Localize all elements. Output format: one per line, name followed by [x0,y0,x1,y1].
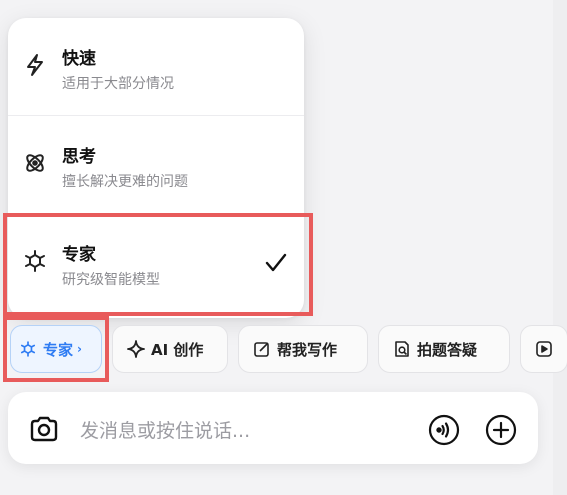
play-icon [535,340,553,358]
menu-item-think[interactable]: 思考 擅长解决更难的问题 [8,116,304,214]
add-icon[interactable] [485,414,517,446]
chip-label: AI 创作 [151,340,204,359]
checkmark-icon [263,250,289,276]
expert-cube-icon [19,340,37,358]
lightning-icon [22,52,48,78]
camera-icon[interactable] [28,413,60,445]
menu-item-desc: 适用于大部分情况 [62,76,174,92]
expert-mode-chip[interactable]: 专家 › [10,325,102,373]
chevron-right-icon: › [77,342,82,356]
menu-item-desc: 研究级智能模型 [62,272,160,288]
help-write-chip[interactable]: 帮我写作 [238,325,368,373]
menu-item-title: 快速 [62,49,96,69]
ai-create-chip[interactable]: AI 创作 [112,325,228,373]
edit-icon [253,340,271,358]
menu-item-fast[interactable]: 快速 适用于大部分情况 [8,18,304,116]
sparkle-icon [127,340,145,358]
photo-answer-chip[interactable]: 拍题答疑 [378,325,510,373]
chip-label: 拍题答疑 [417,340,478,359]
chip-label: 专家 [43,340,74,359]
voice-icon[interactable] [428,414,460,446]
chip-label: 帮我写作 [277,340,338,359]
quick-actions-bar: 专家 › AI 创作 帮我写作 拍题答疑 [0,323,567,373]
menu-item-expert[interactable]: 专家 研究级智能模型 [8,214,304,312]
atom-icon [22,150,48,176]
mode-menu: 快速 适用于大部分情况 思考 擅长解决更难的问题 专家 研究级智能模型 [8,18,304,318]
menu-item-desc: 擅长解决更难的问题 [62,174,188,190]
message-input-bar: 发消息或按住说话... [8,392,538,464]
scrollbar-track[interactable] [553,0,567,495]
doc-search-icon [393,340,411,358]
video-chip[interactable] [520,325,567,373]
expert-cube-icon [22,248,48,274]
menu-item-title: 专家 [62,245,96,265]
message-input[interactable]: 发消息或按住说话... [80,416,250,443]
menu-item-title: 思考 [62,147,96,167]
